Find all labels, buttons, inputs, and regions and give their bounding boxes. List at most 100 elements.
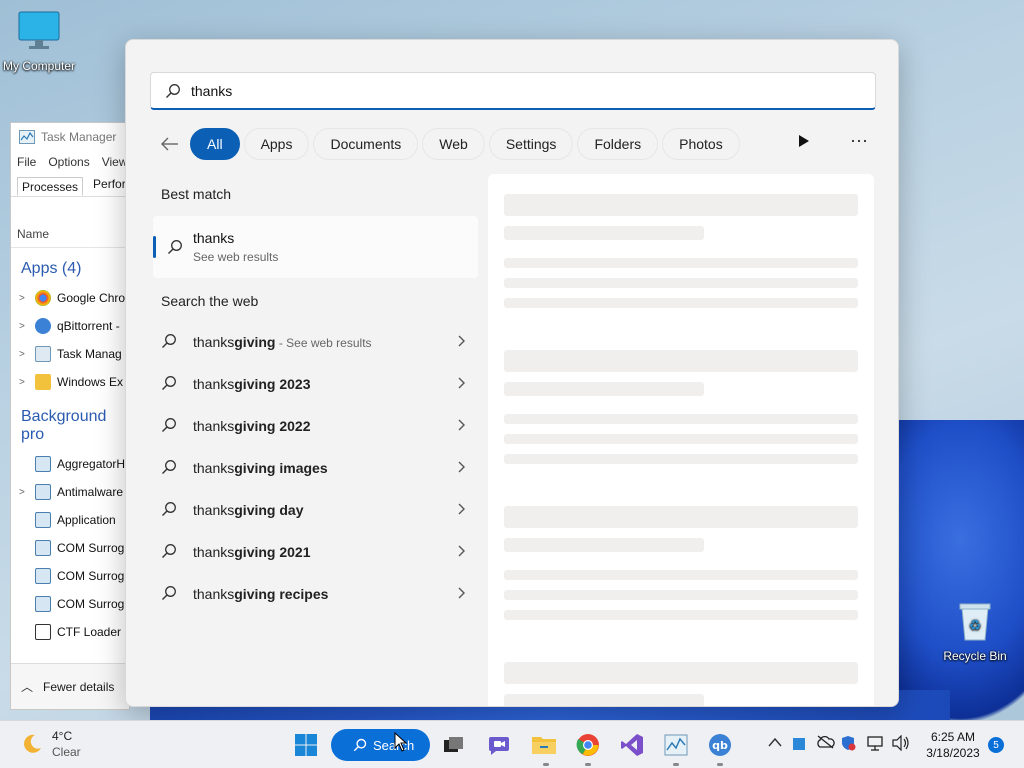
process-row[interactable]: AggregatorH xyxy=(11,450,129,478)
filter-all[interactable]: All xyxy=(190,128,240,160)
file-explorer-button[interactable] xyxy=(530,731,558,759)
notification-badge[interactable]: 5 xyxy=(988,737,1004,753)
chrome-icon xyxy=(35,290,51,306)
weather-widget[interactable]: 4°C Clear xyxy=(20,729,81,759)
menu-options[interactable]: Options xyxy=(48,155,89,169)
running-indicator xyxy=(673,763,679,766)
start-button[interactable] xyxy=(292,731,320,759)
expand-icon[interactable]: > xyxy=(19,321,29,332)
chevron-right-icon[interactable] xyxy=(458,376,466,392)
chrome-button[interactable] xyxy=(574,731,602,759)
running-indicator xyxy=(543,763,549,766)
filter-photos[interactable]: Photos xyxy=(662,128,740,160)
task-view-button[interactable] xyxy=(440,731,468,759)
more-filters-play-icon[interactable] xyxy=(798,134,810,153)
chevron-right-icon[interactable] xyxy=(458,460,466,476)
moon-icon xyxy=(24,734,41,753)
search-input[interactable] xyxy=(191,82,811,99)
chevron-right-icon[interactable] xyxy=(458,334,466,350)
taskbar-search-button[interactable]: Search xyxy=(331,729,430,761)
running-indicator xyxy=(585,763,591,766)
web-suggestion[interactable]: thanksgiving - See web results xyxy=(161,321,466,363)
desktop-icon-my-computer[interactable]: My Computer xyxy=(0,10,84,73)
tab-processes[interactable]: Processes xyxy=(17,177,84,196)
filter-settings[interactable]: Settings xyxy=(488,128,574,160)
process-row[interactable]: CTF Loader xyxy=(11,618,129,646)
process-name: qBittorrent - xyxy=(57,319,120,333)
web-suggestion[interactable]: thanksgiving 2022 xyxy=(161,405,466,447)
skeleton-line xyxy=(504,506,858,528)
web-suggestion[interactable]: thanksgiving day xyxy=(161,489,466,531)
task-manager-taskbar-button[interactable] xyxy=(662,731,690,759)
process-row[interactable]: > Task Manag xyxy=(11,340,129,368)
network-icon[interactable] xyxy=(866,735,884,754)
skeleton-line xyxy=(504,278,858,288)
chevron-up-icon[interactable] xyxy=(768,735,782,750)
process-row[interactable]: COM Surrog xyxy=(11,590,129,618)
expand-icon[interactable]: > xyxy=(19,487,29,498)
windows-logo-icon xyxy=(295,734,317,756)
filter-web[interactable]: Web xyxy=(422,128,485,160)
running-indicator xyxy=(717,763,723,766)
skeleton-line xyxy=(504,382,704,396)
search-icon xyxy=(161,459,183,478)
web-suggestion[interactable]: thanksgiving 2021 xyxy=(161,531,466,573)
tray-app-icon[interactable] xyxy=(792,737,806,754)
process-row[interactable]: COM Surrog xyxy=(11,534,129,562)
desktop-icon-recycle-bin[interactable]: ♻ Recycle Bin xyxy=(930,600,1020,663)
process-row[interactable]: > qBittorrent - xyxy=(11,312,129,340)
filter-apps[interactable]: Apps xyxy=(243,128,310,160)
qbittorrent-button[interactable]: qb xyxy=(706,731,734,759)
monitor-icon xyxy=(18,11,60,49)
expand-icon[interactable]: > xyxy=(19,349,29,360)
process-row[interactable]: > Windows Ex xyxy=(11,368,129,396)
onedrive-offline-icon[interactable] xyxy=(815,735,835,752)
process-row[interactable]: > Google Chro xyxy=(11,284,129,312)
web-suggestion[interactable]: thanksgiving recipes xyxy=(161,573,466,615)
filter-folders[interactable]: Folders xyxy=(577,128,659,160)
process-row[interactable]: Application xyxy=(11,506,129,534)
mouse-cursor-icon xyxy=(394,732,408,752)
selection-indicator xyxy=(153,236,156,258)
chevron-right-icon[interactable] xyxy=(458,544,466,560)
best-match-heading: Best match xyxy=(161,186,232,202)
task-manager-title: Task Manager xyxy=(41,130,117,144)
visual-studio-button[interactable] xyxy=(618,731,646,759)
process-name: CTF Loader xyxy=(57,625,122,639)
best-match-item[interactable]: thanks See web results xyxy=(153,216,478,278)
filter-documents[interactable]: Documents xyxy=(313,128,419,160)
chevron-right-icon[interactable] xyxy=(458,502,466,518)
search-icon xyxy=(161,375,183,394)
app-window-icon xyxy=(35,456,51,472)
clock[interactable]: 6:25 AM 3/18/2023 xyxy=(918,729,988,761)
process-row[interactable]: COM Surrog xyxy=(11,562,129,590)
volume-icon[interactable] xyxy=(892,734,910,754)
search-icon xyxy=(161,333,183,352)
svg-text:♻: ♻ xyxy=(969,617,982,633)
expand-icon[interactable]: > xyxy=(19,377,29,388)
security-shield-icon[interactable] xyxy=(840,735,856,754)
web-suggestion[interactable]: thanksgiving 2023 xyxy=(161,363,466,405)
svg-text:qb: qb xyxy=(712,739,728,752)
task-manager-window: Task Manager File Options View Processes… xyxy=(10,122,130,710)
web-suggestion[interactable]: thanksgiving images xyxy=(161,447,466,489)
chevron-right-icon[interactable] xyxy=(458,418,466,434)
menu-file[interactable]: File xyxy=(17,155,36,169)
chevron-right-icon[interactable] xyxy=(458,586,466,602)
task-manager-icon xyxy=(35,346,51,362)
folder-icon xyxy=(532,737,556,754)
process-row[interactable]: > Antimalware xyxy=(11,478,129,506)
back-arrow-icon[interactable] xyxy=(150,137,190,151)
suggestion-text: thanksgiving 2022 xyxy=(193,418,311,434)
more-options-icon[interactable]: ··· xyxy=(850,130,868,151)
group-apps: Apps (4) xyxy=(21,260,82,277)
fewer-details-button[interactable]: ︿ Fewer details xyxy=(11,663,129,709)
chat-button[interactable] xyxy=(485,731,513,759)
expand-icon[interactable]: > xyxy=(19,293,29,304)
menu-view[interactable]: View xyxy=(102,155,128,169)
search-icon xyxy=(161,417,183,436)
column-header-name[interactable]: Name xyxy=(11,227,129,248)
search-box[interactable] xyxy=(150,72,876,110)
suggestion-text: thanksgiving images xyxy=(193,460,328,476)
process-name: Task Manag xyxy=(57,347,122,361)
